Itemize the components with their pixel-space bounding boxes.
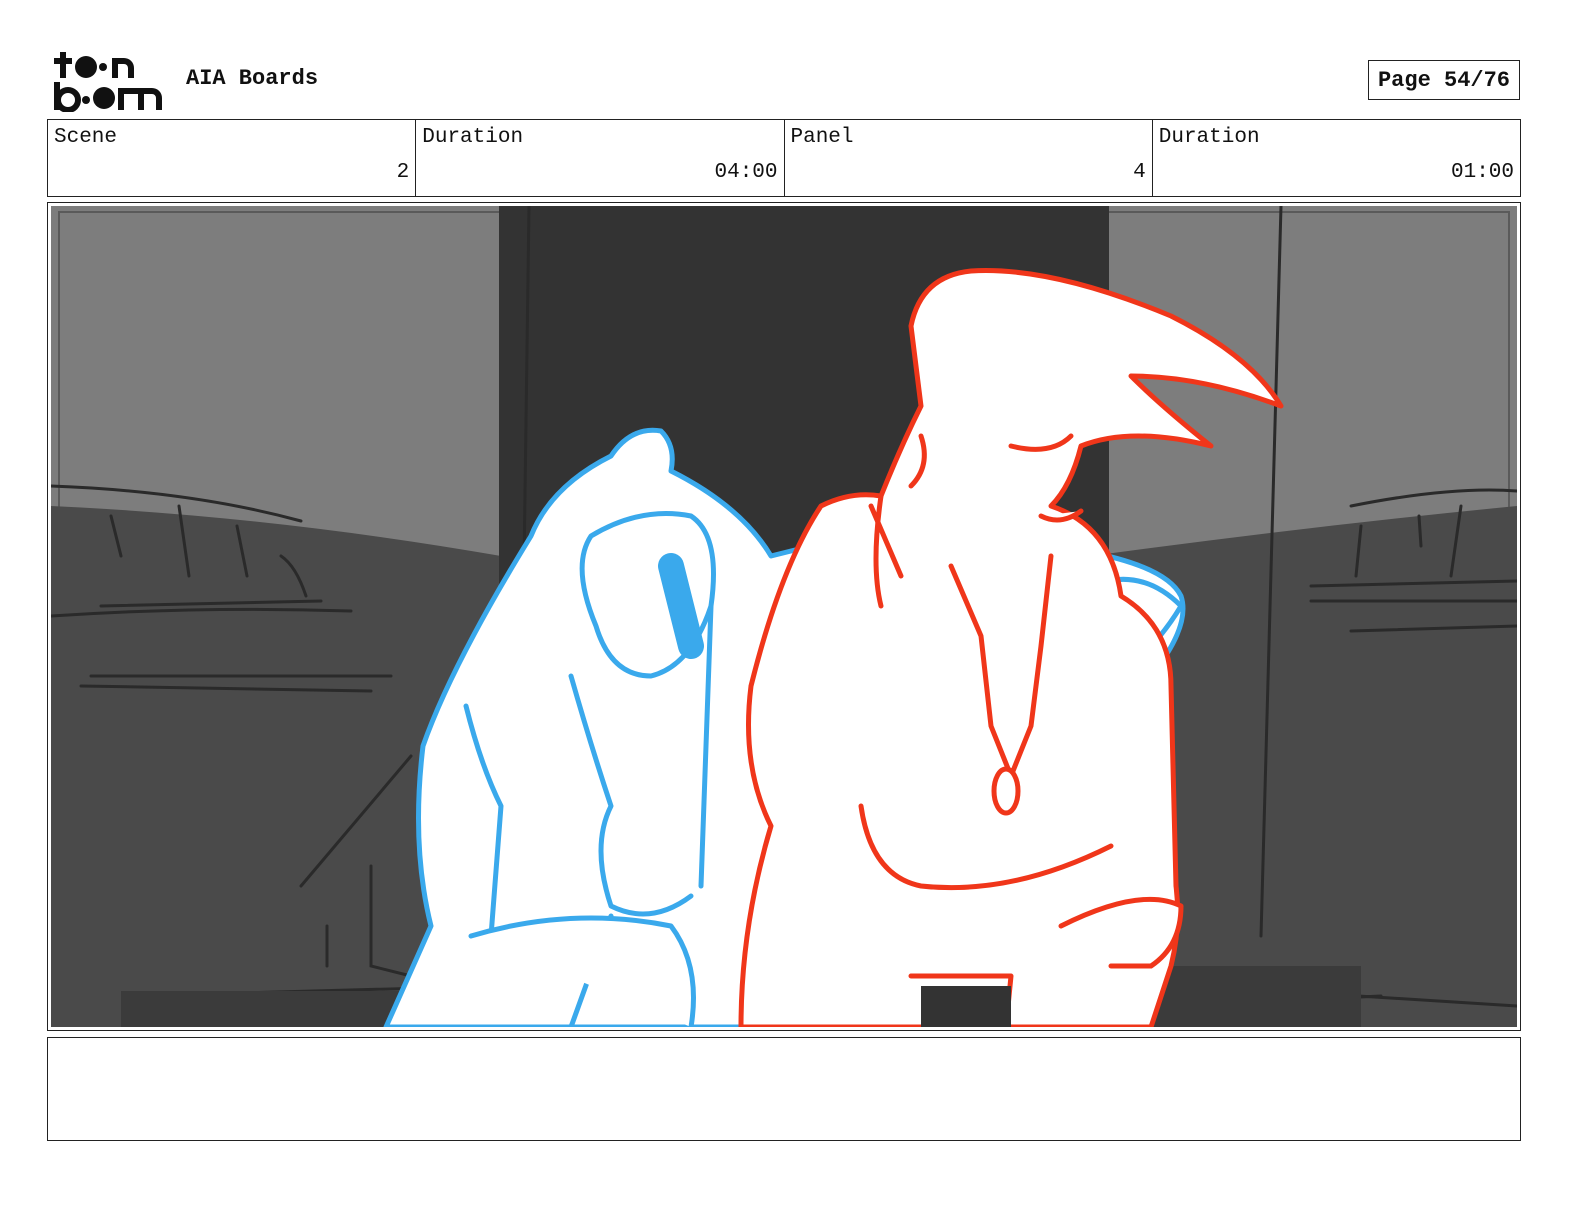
scene-duration-label: Duration xyxy=(422,126,524,149)
scene-info-table: Scene 2 Duration 04:00 Panel 4 Duration … xyxy=(47,119,1521,197)
panel-value: 4 xyxy=(1133,161,1146,184)
scene-value: 2 xyxy=(396,161,410,184)
panel-duration-cell: Duration 01:00 xyxy=(1153,120,1520,196)
toon-boom-logo xyxy=(54,52,162,112)
project-title: AIA Boards xyxy=(186,66,319,91)
scene-duration-value: 04:00 xyxy=(714,161,778,184)
panel-duration-label: Duration xyxy=(1158,126,1260,149)
panel-label: Panel xyxy=(790,126,854,149)
storyboard-panel-drawing xyxy=(51,206,1517,1027)
panel-cell: Panel 4 xyxy=(785,120,1153,196)
scene-cell: Scene 2 xyxy=(48,120,417,196)
scene-duration-cell: Duration 04:00 xyxy=(416,120,785,196)
panel-notes-box xyxy=(47,1037,1521,1141)
scene-label: Scene xyxy=(54,126,118,149)
panel-duration-value: 01:00 xyxy=(1450,161,1514,184)
page-number: Page 54/76 xyxy=(1368,60,1520,100)
